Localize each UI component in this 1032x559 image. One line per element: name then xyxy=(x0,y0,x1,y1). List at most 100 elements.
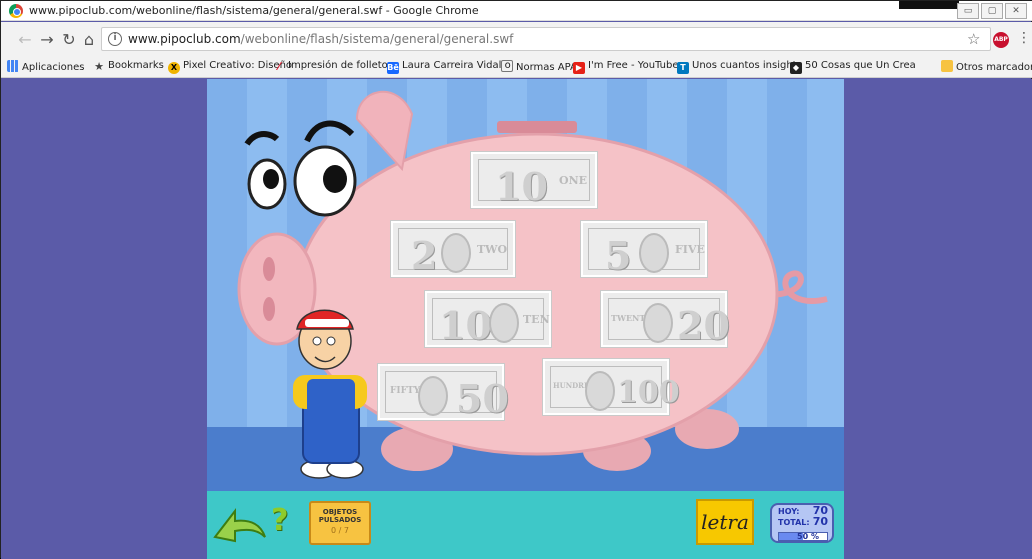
total-value: 70 xyxy=(812,515,828,528)
bookmark-label: Bookmarks xyxy=(108,60,164,71)
bookmark-label: Otros marcadores xyxy=(956,62,1032,73)
letra-button[interactable]: letra xyxy=(696,499,754,545)
maximize-button[interactable]: ▢ xyxy=(981,3,1003,19)
pulsados-label: PULSADOS xyxy=(318,516,362,524)
boy-cap-band xyxy=(305,319,349,327)
bookmarks-bar: Aplicaciones ★ Bookmarks X Pixel Creativo:… xyxy=(1,56,1032,78)
bill-portrait xyxy=(441,233,471,273)
bookmark-icon: ◆ xyxy=(790,62,802,74)
objetos-pulsados-counter: OBJETOS PULSADOS 0 / 7 xyxy=(309,501,371,545)
total-label: TOTAL: xyxy=(778,518,810,527)
document-icon xyxy=(501,60,513,72)
window-controls: ▭ ▢ ✕ xyxy=(957,3,1027,19)
window-title: www.pipoclub.com/webonline/flash/sistema… xyxy=(29,4,479,17)
bill-word: TEN xyxy=(523,313,550,326)
back-arrow-icon[interactable] xyxy=(211,501,267,545)
bookmark-label: Normas APA xyxy=(516,62,577,73)
youtube-icon: ▶ xyxy=(573,62,585,74)
percent-sign: % xyxy=(810,532,819,541)
bill-20[interactable]: TWENTY 20 xyxy=(601,291,730,348)
bookmark-bookmarks[interactable]: ★ Bookmarks xyxy=(93,60,164,73)
impresion-icon: ⁄ xyxy=(278,60,280,73)
boy-eye xyxy=(326,336,336,346)
url-input[interactable]: i www.pipoclub.com/webonline/flash/siste… xyxy=(101,27,991,51)
pig-nostril xyxy=(263,297,275,321)
bill-value: 5 xyxy=(605,233,632,278)
page-content: 10 ONE 2 TWO 5 FIVE 10 TEN TWENTY 20 FIF… xyxy=(1,79,1032,559)
bill-2[interactable]: 2 TWO xyxy=(391,221,515,278)
minimize-button[interactable]: ▭ xyxy=(957,3,979,19)
bookmark-insights[interactable]: T Unos cuantos insights xyxy=(677,60,802,74)
title-bar: www.pipoclub.com/webonline/flash/sistema… xyxy=(1,1,1032,21)
pig-pupil xyxy=(323,165,347,193)
boy-eye xyxy=(312,336,322,346)
apps-icon xyxy=(7,60,19,72)
reload-icon[interactable]: ↻ xyxy=(59,30,79,49)
pig-eyebrow xyxy=(244,131,280,146)
behance-icon: Bē xyxy=(387,62,399,74)
bookmark-otros[interactable]: Otros marcadores xyxy=(941,60,1032,73)
menu-icon[interactable]: ⋮ xyxy=(1017,30,1031,46)
bill-100[interactable]: HUNDRED 100 xyxy=(543,359,680,415)
info-icon[interactable]: i xyxy=(108,32,122,46)
bookmark-50-cosas[interactable]: ◆ 50 Cosas que Un Crea xyxy=(790,60,916,74)
pig-eyebrow xyxy=(304,120,355,143)
star-icon: ★ xyxy=(94,60,104,73)
bill-value: 100 xyxy=(617,375,680,410)
objetos-count: 0 / 7 xyxy=(331,526,349,535)
progress-bar: 50 % xyxy=(778,532,828,541)
bill-portrait xyxy=(643,303,673,343)
bookmark-aplicaciones[interactable]: Aplicaciones xyxy=(7,60,84,73)
bill-portrait xyxy=(418,376,448,416)
bookmark-label: Laura Carreira Vidal o xyxy=(402,60,511,71)
pixel-creativo-icon: X xyxy=(168,62,180,74)
progress-number: 50 xyxy=(797,532,809,541)
score-panel: HOY: 70 TOTAL: 70 50 % xyxy=(770,503,834,543)
bill-10[interactable]: 10 TEN xyxy=(425,291,551,348)
boy-bib xyxy=(307,379,355,419)
bill-value: 10 xyxy=(495,164,548,209)
bill-word: TWO xyxy=(477,243,508,256)
pig-pupil xyxy=(263,169,279,189)
coin-slot xyxy=(497,121,577,133)
title-bar-shade xyxy=(899,1,959,9)
bill-word: FIFTY xyxy=(390,386,421,396)
hoy-label: HOY: xyxy=(778,507,800,516)
bill-10-top[interactable]: 10 ONE xyxy=(471,152,597,209)
bill-word: FIVE xyxy=(675,243,705,256)
bookmark-star-icon[interactable]: ☆ xyxy=(967,30,980,48)
back-icon[interactable]: ← xyxy=(15,30,35,49)
address-bar: ← → ↻ ⌂ i www.pipoclub.com/webonline/fla… xyxy=(1,22,1032,56)
home-icon[interactable]: ⌂ xyxy=(79,30,99,49)
bill-portrait xyxy=(585,371,615,411)
bookmark-label: I'm Free - YouTube xyxy=(588,60,679,71)
piggy-bank-illustration xyxy=(237,90,828,479)
bill-portrait xyxy=(489,303,519,343)
bookmark-impresion[interactable]: ⁄ Impresión de folletos xyxy=(273,60,393,73)
bookmark-laura[interactable]: Bē Laura Carreira Vidal o xyxy=(387,60,511,74)
pig-nostril xyxy=(263,257,275,281)
chrome-icon xyxy=(9,4,23,18)
bill-value: 50 xyxy=(456,376,509,421)
forward-icon[interactable]: → xyxy=(37,30,57,49)
bookmark-youtube[interactable]: ▶ I'm Free - YouTube xyxy=(573,60,678,74)
bookmark-label: Aplicaciones xyxy=(22,62,85,73)
url-text: www.pipoclub.com/webonline/flash/sistema… xyxy=(128,32,513,46)
bill-value: 20 xyxy=(677,303,730,348)
bill-50[interactable]: FIFTY 50 xyxy=(378,364,509,421)
objetos-label: OBJETOS xyxy=(322,508,358,516)
adblock-icon[interactable]: ABP xyxy=(993,32,1009,48)
bill-5[interactable]: 5 FIVE xyxy=(581,221,707,278)
folder-icon xyxy=(941,60,953,72)
close-button[interactable]: ✕ xyxy=(1005,3,1027,19)
help-button[interactable]: ? xyxy=(271,503,288,538)
bill-word: ONE xyxy=(559,174,588,187)
bookmark-label: 50 Cosas que Un Crea xyxy=(805,60,916,71)
browser-window: www.pipoclub.com/webonline/flash/sistema… xyxy=(0,0,1032,559)
bookmark-normas-apa[interactable]: Normas APA xyxy=(501,60,577,73)
pig-ear xyxy=(355,90,414,172)
url-host: www.pipoclub.com xyxy=(128,32,241,46)
bill-value: 2 xyxy=(411,233,438,278)
bill-portrait xyxy=(639,233,669,273)
url-path: /webonline/flash/sistema/general/general… xyxy=(240,32,514,46)
